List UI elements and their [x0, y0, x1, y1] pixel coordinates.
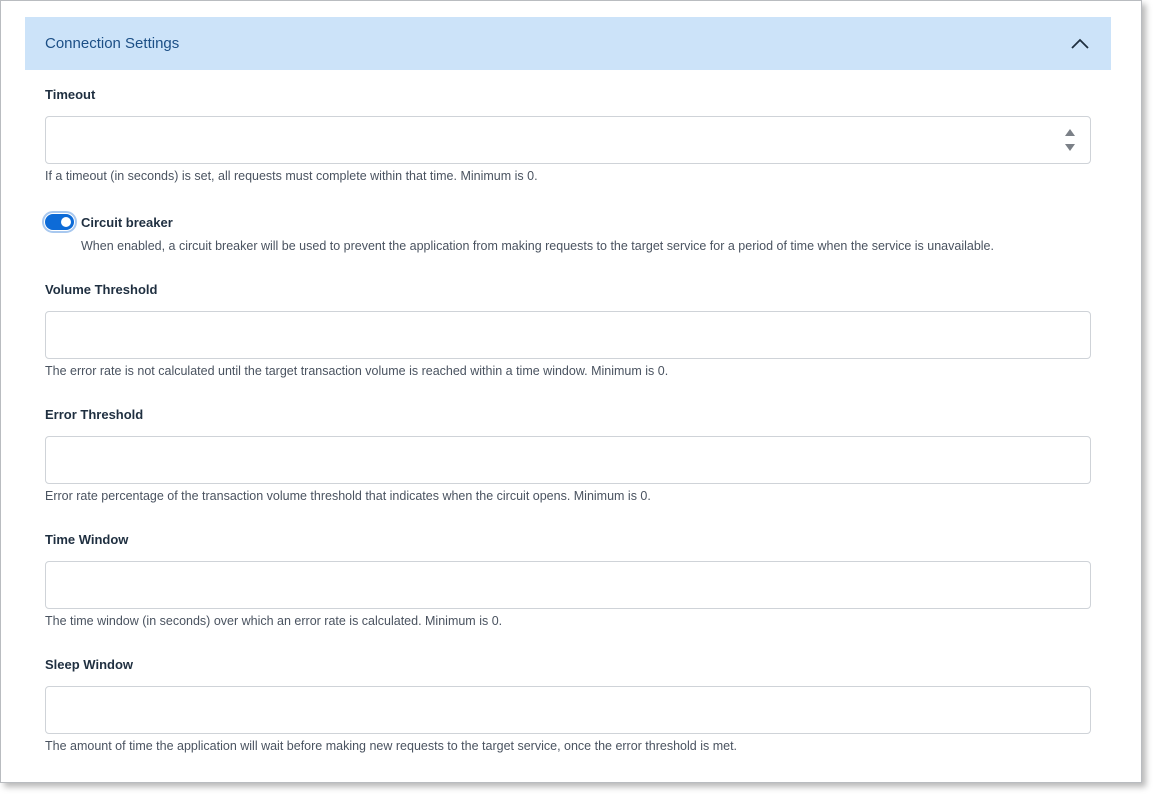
chevron-up-icon[interactable] — [1069, 33, 1091, 55]
stepper-down-icon[interactable] — [1065, 144, 1075, 151]
timeout-stepper[interactable] — [1063, 129, 1077, 151]
sleep-window-input[interactable] — [45, 686, 1091, 734]
panel-title: Connection Settings — [45, 35, 180, 52]
time-window-input[interactable] — [45, 561, 1091, 609]
stepper-up-icon[interactable] — [1065, 129, 1075, 136]
connection-settings-header[interactable]: Connection Settings — [25, 17, 1111, 70]
error-threshold-label: Error Threshold — [45, 407, 144, 422]
timeout-help: If a timeout (in seconds) is set, all re… — [45, 169, 538, 183]
time-window-help: The time window (in seconds) over which … — [45, 614, 503, 628]
sleep-window-help: The amount of time the application will … — [45, 739, 738, 753]
toggle-track — [45, 214, 74, 230]
timeout-input[interactable] — [45, 116, 1091, 164]
volume-threshold-help: The error rate is not calculated until t… — [45, 364, 669, 378]
circuit-breaker-toggle[interactable] — [42, 211, 77, 233]
sleep-window-label: Sleep Window — [45, 657, 133, 672]
error-threshold-help: Error rate percentage of the transaction… — [45, 489, 651, 503]
circuit-breaker-help: When enabled, a circuit breaker will be … — [81, 239, 994, 253]
time-window-label: Time Window — [45, 532, 129, 547]
circuit-breaker-label: Circuit breaker — [81, 215, 173, 230]
volume-threshold-input[interactable] — [45, 311, 1091, 359]
toggle-knob — [61, 217, 71, 227]
error-threshold-input[interactable] — [45, 436, 1091, 484]
settings-frame: Connection Settings Timeout If a timeout… — [0, 0, 1142, 783]
timeout-label: Timeout — [45, 87, 96, 102]
volume-threshold-label: Volume Threshold — [45, 282, 158, 297]
